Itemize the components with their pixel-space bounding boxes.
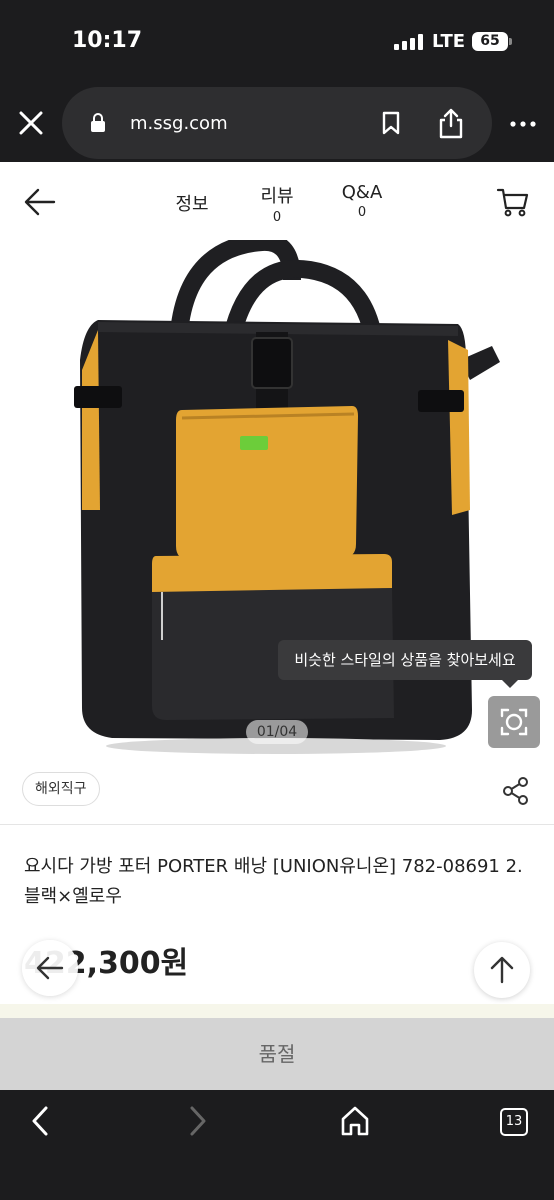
product-page: 정보 리뷰 0 Q&A 0 비슷한 스타일의 상품을 찾아보세요 01/04 해…: [0, 162, 554, 1090]
battery-icon: 65: [472, 32, 512, 51]
promo-strip: [0, 1004, 554, 1018]
status-bar: 10:17 LTE 65: [0, 0, 554, 84]
scroll-top-button[interactable]: [474, 942, 530, 998]
arrow-up-icon: [490, 956, 514, 984]
share-icon[interactable]: [436, 107, 466, 139]
soldout-button[interactable]: 품절: [0, 1018, 554, 1090]
lens-search-button[interactable]: [488, 696, 540, 748]
more-icon[interactable]: [508, 114, 538, 134]
chevron-right-icon[interactable]: [180, 1104, 214, 1138]
image-counter: 01/04: [246, 720, 308, 744]
share-nodes-icon[interactable]: [502, 776, 530, 806]
floating-back-button[interactable]: [22, 940, 78, 996]
overseas-direct-badge: 해외직구: [22, 772, 100, 806]
close-icon[interactable]: [18, 110, 44, 136]
lock-icon: [91, 113, 105, 132]
tab-info-label: 정보: [175, 194, 209, 215]
bookmark-icon[interactable]: [380, 111, 402, 135]
similar-style-tooltip[interactable]: 비슷한 스타일의 상품을 찾아보세요: [278, 640, 532, 688]
tab-qna-label: Q&A: [341, 182, 383, 203]
back-arrow-icon[interactable]: [24, 188, 56, 216]
product-nav: 정보 리뷰 0 Q&A 0: [0, 162, 554, 240]
tab-info[interactable]: 정보: [170, 190, 214, 216]
product-title: 요시다 가방 포터 PORTER 배낭 [UNION유니온] 782-08691…: [24, 856, 523, 907]
tab-switcher-button[interactable]: 13: [500, 1108, 528, 1136]
home-icon[interactable]: [338, 1104, 372, 1138]
network-label: LTE: [432, 31, 466, 52]
url-text: m.ssg.com: [130, 113, 228, 134]
cart-icon[interactable]: [496, 186, 530, 218]
tab-qna-count: 0: [357, 205, 367, 220]
browser-address-bar: m.ssg.com: [0, 84, 554, 162]
tab-qna[interactable]: Q&A 0: [336, 182, 388, 220]
tab-review-label: 리뷰: [260, 186, 294, 207]
tab-review-count: 0: [272, 210, 282, 225]
status-time: 10:17: [72, 28, 143, 53]
signal-icon: [394, 34, 424, 50]
browser-toolbar: 13: [0, 1090, 554, 1200]
url-field[interactable]: m.ssg.com: [62, 87, 492, 159]
tab-review[interactable]: 리뷰 0: [254, 182, 300, 225]
lens-search-icon: [500, 708, 528, 736]
product-image[interactable]: [0, 240, 554, 760]
divider: [0, 824, 554, 825]
chevron-left-icon[interactable]: [24, 1104, 58, 1138]
back-arrow-icon: [36, 956, 64, 980]
